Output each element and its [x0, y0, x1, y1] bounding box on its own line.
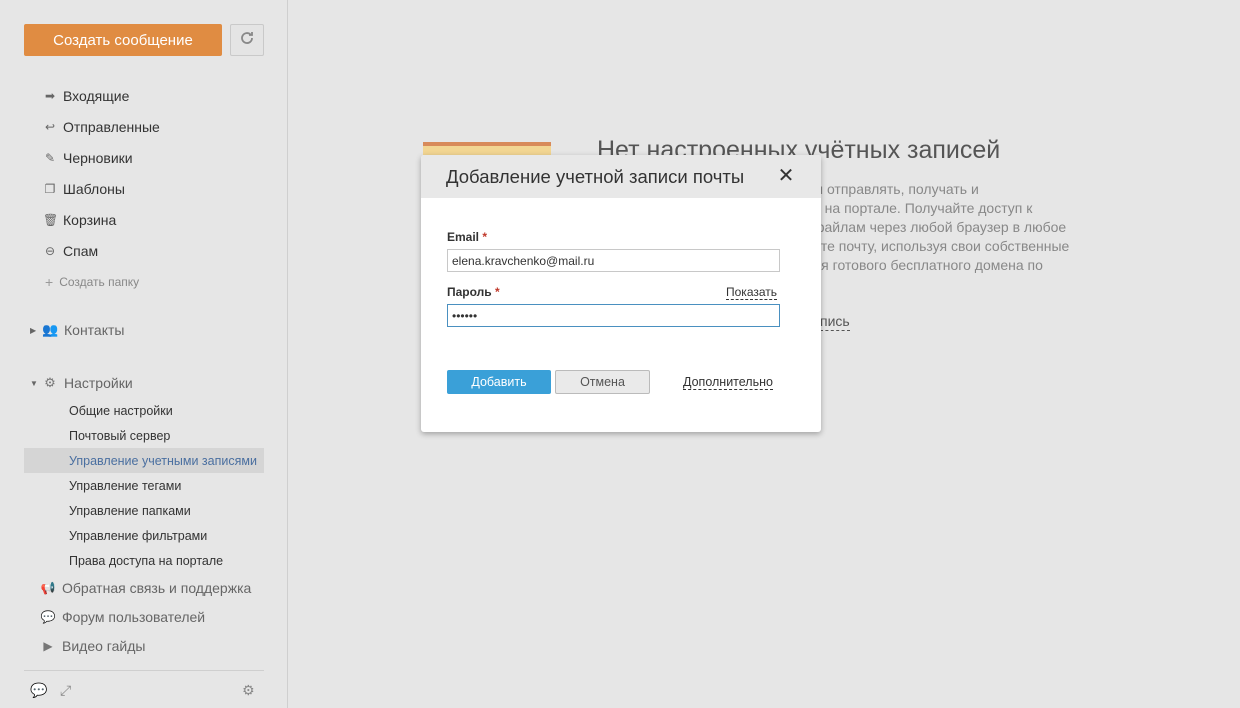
gear-icon: ⚙	[44, 375, 56, 390]
video-label: Видео гайды	[62, 637, 146, 654]
templates-icon: ❐	[44, 181, 56, 196]
contacts-section[interactable]: ▶ 👥 Контакты	[24, 317, 264, 343]
draft-edit-icon: ✎	[44, 150, 56, 165]
settings-item-general[interactable]: Общие настройки	[24, 398, 264, 423]
folder-spam[interactable]: ⊖ Спам	[24, 235, 264, 266]
compose-button[interactable]: Создать сообщение	[24, 24, 222, 56]
refresh-icon	[239, 30, 255, 51]
folder-label: Входящие	[63, 87, 130, 104]
settings-item-mail-server[interactable]: Почтовый сервер	[24, 423, 264, 448]
folder-sent[interactable]: ↩ Отправленные	[24, 111, 264, 142]
email-label: Email *	[447, 230, 487, 244]
folder-label: Спам	[63, 242, 99, 259]
trash-icon: 🗑	[43, 212, 59, 227]
support-label: Обратная связь и поддержка	[62, 579, 252, 596]
password-field[interactable]	[447, 304, 780, 327]
create-account-link[interactable]: пись	[820, 313, 850, 331]
settings-label: Настройки	[64, 375, 133, 391]
advanced-link[interactable]: Дополнительно	[683, 375, 773, 390]
email-label-text: Email	[447, 230, 480, 244]
user-forum-link[interactable]: 💬 Форум пользователей	[24, 602, 264, 631]
email-field[interactable]	[447, 249, 780, 272]
dialog-header: Добавление учетной записи почты ✕	[421, 155, 821, 198]
folder-label: Черновики	[63, 149, 133, 166]
folder-templates[interactable]: ❐ Шаблоны	[24, 173, 264, 204]
settings-gear-icon[interactable]: ⚙	[242, 682, 255, 699]
settings-item-folders[interactable]: Управление папками	[24, 498, 264, 523]
required-mark: *	[495, 285, 500, 299]
folder-label: Шаблоны	[63, 180, 125, 197]
dialog-title: Добавление учетной записи почты	[446, 165, 745, 187]
password-label: Пароль *	[447, 285, 500, 299]
settings-section[interactable]: ▼ ⚙ Настройки	[24, 370, 264, 396]
refresh-button[interactable]	[230, 24, 264, 56]
add-button[interactable]: Добавить	[447, 370, 551, 394]
sidebar: Создать сообщение ➡ Входящие ↩ Отправлен…	[0, 0, 288, 708]
chat-icon[interactable]: 💬	[30, 682, 47, 699]
show-password-link[interactable]: Показать	[726, 285, 778, 300]
settings-item-accounts[interactable]: Управление учетными записями	[24, 448, 264, 473]
create-folder-link[interactable]: + Создать папку	[24, 266, 264, 298]
contacts-icon: 👥	[42, 322, 59, 337]
settings-item-access-rights[interactable]: Права доступа на портале	[24, 548, 264, 573]
spam-icon: ⊖	[44, 243, 56, 258]
folder-list: ➡ Входящие ↩ Отправленные ✎ Черновики ❐ …	[24, 80, 264, 298]
folder-label: Корзина	[63, 211, 117, 228]
megaphone-icon: 📢	[40, 580, 56, 595]
settings-sub-list: Общие настройки Почтовый сервер Управлен…	[24, 398, 264, 573]
password-label-text: Пароль	[447, 285, 492, 299]
plus-icon: +	[45, 274, 54, 290]
folder-inbox[interactable]: ➡ Входящие	[24, 80, 264, 111]
chevron-down-icon: ▼	[30, 378, 38, 388]
settings-item-tags[interactable]: Управление тегами	[24, 473, 264, 498]
sidebar-divider	[24, 670, 264, 671]
add-account-dialog: Добавление учетной записи почты ✕ Email …	[421, 155, 821, 432]
settings-item-filters[interactable]: Управление фильтрами	[24, 523, 264, 548]
video-play-icon: ▶	[43, 638, 53, 653]
chat-bubble-icon: 💬	[40, 609, 56, 624]
reply-arrow-icon: ↩	[44, 119, 56, 134]
required-mark: *	[482, 230, 488, 244]
inbox-arrow-icon: ➡	[44, 88, 56, 103]
expand-icon[interactable]: ⤢	[60, 682, 71, 699]
folder-trash[interactable]: 🗑 Корзина	[24, 204, 264, 235]
folder-drafts[interactable]: ✎ Черновики	[24, 142, 264, 173]
forum-label: Форум пользователей	[62, 608, 206, 625]
close-icon[interactable]: ✕	[777, 166, 795, 186]
video-guides-link[interactable]: ▶ Видео гайды	[24, 631, 264, 660]
feedback-support-link[interactable]: 📢 Обратная связь и поддержка	[24, 573, 264, 602]
chevron-right-icon: ▶	[30, 325, 37, 335]
create-folder-label: Создать папку	[59, 275, 140, 289]
folder-label: Отправленные	[63, 118, 160, 135]
cancel-button[interactable]: Отмена	[555, 370, 650, 394]
contacts-label: Контакты	[64, 322, 125, 338]
